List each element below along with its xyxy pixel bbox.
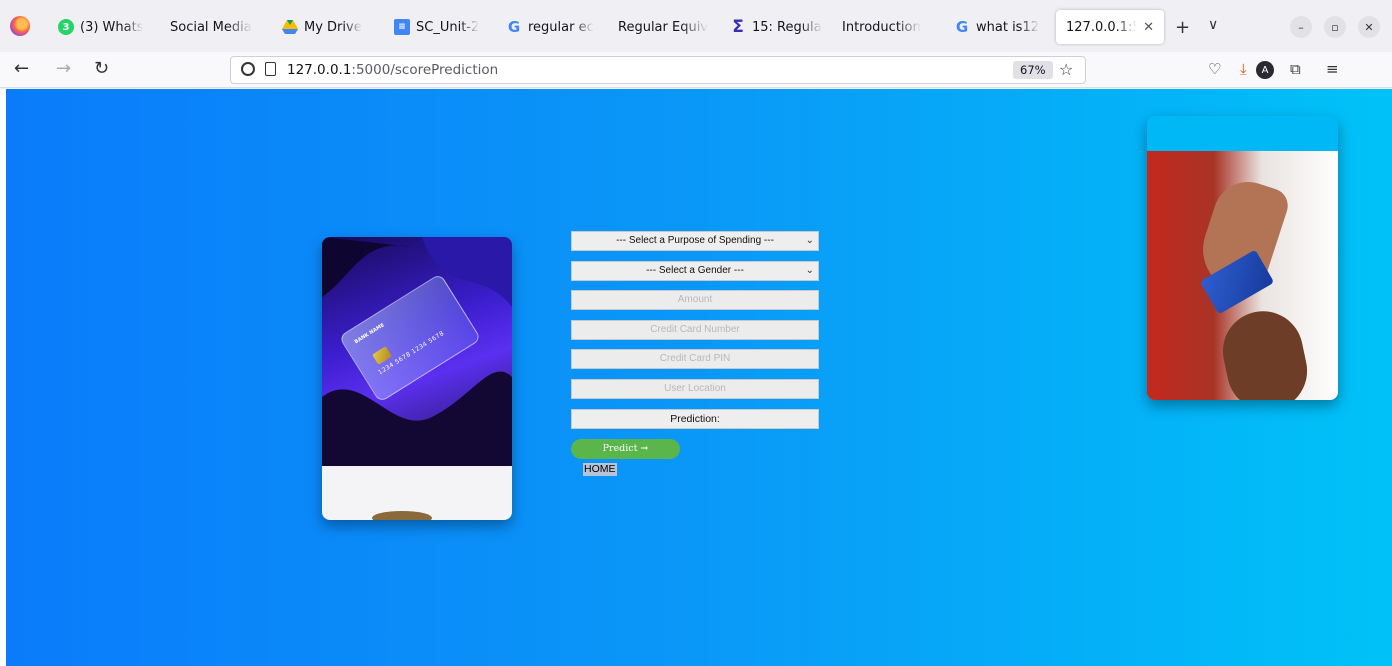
close-tab-icon[interactable]: ✕ (1143, 20, 1154, 35)
downloads-icon[interactable]: ⤓ (1240, 60, 1247, 78)
credit-card-image-card: BANK NAME 1234 5678 1234 5678 (322, 237, 512, 520)
sigma-icon: Σ (732, 17, 744, 37)
tab-label: 15: Regula (752, 19, 822, 35)
prediction-output: Prediction: (571, 409, 819, 429)
tab-social-media[interactable]: Social Media (160, 10, 272, 44)
tab-strip: 3 (3) Whats Social Media My Drive ≡ SC_U… (0, 0, 1392, 52)
url-host: 127.0.0.1 (287, 62, 352, 78)
url-path: :5000/scorePrediction (351, 62, 499, 78)
home-link[interactable]: HOME (583, 463, 617, 476)
card-payment-photo (1147, 151, 1338, 400)
google-docs-icon: ≡ (394, 19, 410, 35)
tab-label: Social Media (170, 19, 252, 35)
page-info-icon[interactable] (265, 62, 276, 76)
forward-icon[interactable]: → (56, 58, 71, 79)
tab-list: 3 (3) Whats Social Media My Drive ≡ SC_U… (48, 10, 1164, 44)
chevron-down-icon: ⌄ (805, 235, 814, 246)
photo-hand-bottom (1215, 303, 1315, 400)
card-number-input[interactable]: Credit Card Number (571, 320, 819, 340)
predict-button[interactable]: Predict ➞ (571, 439, 680, 459)
tab-what-is12[interactable]: G what is12 (944, 10, 1056, 44)
google-icon: G (955, 18, 969, 36)
bank-name-text: BANK NAME (353, 322, 386, 346)
tab-15-regula[interactable]: Σ 15: Regula (720, 10, 832, 44)
pocket-icon[interactable]: ♡ (1208, 60, 1221, 78)
tab-active-localhost[interactable]: 127.0.0.1:5 ✕ (1056, 10, 1164, 44)
gender-select-value: --- Select a Gender --- (646, 265, 744, 276)
url-text[interactable]: 127.0.0.1:5000/scorePrediction (287, 62, 498, 78)
chevron-down-icon: ⌄ (805, 265, 814, 276)
tab-sc-unit-2[interactable]: ≡ SC_Unit-2 (384, 10, 496, 44)
minimize-icon[interactable]: – (1290, 16, 1312, 38)
card-pin-input[interactable]: Credit Card PIN (571, 349, 819, 369)
purpose-select-value: --- Select a Purpose of Spending --- (616, 235, 774, 246)
tab-label: regular ec (528, 19, 594, 35)
close-window-icon[interactable]: ✕ (1358, 16, 1380, 38)
tab-label: Introduction (842, 19, 921, 35)
extensions-icon[interactable]: ⧉ (1290, 60, 1301, 78)
purpose-select[interactable]: --- Select a Purpose of Spending --- ⌄ (571, 231, 819, 251)
google-drive-icon (282, 19, 298, 35)
tab-label: My Drive (304, 19, 362, 35)
tab-label: (3) Whats (80, 19, 144, 35)
whatsapp-icon: 3 (58, 19, 74, 35)
tab-regular-equiv[interactable]: Regular Equiv (608, 10, 720, 44)
google-icon: G (507, 18, 521, 36)
amount-input[interactable]: Amount (571, 290, 819, 310)
new-tab-icon[interactable]: + (1175, 17, 1190, 38)
tab-label: SC_Unit-2 (416, 19, 480, 35)
card-payment-photo-card (1147, 116, 1338, 400)
zoom-indicator[interactable]: 67% (1013, 61, 1053, 79)
tab-label: Regular Equiv (618, 19, 709, 35)
firefox-icon[interactable] (10, 16, 30, 36)
url-bar[interactable]: 127.0.0.1:5000/scorePrediction 67% ☆ (230, 56, 1086, 84)
tab-regular-ec[interactable]: G regular ec (496, 10, 608, 44)
reload-icon[interactable]: ↻ (94, 58, 109, 79)
page-content: BANK NAME 1234 5678 1234 5678 --- Select… (6, 89, 1392, 666)
tab-introduction[interactable]: Introduction (832, 10, 944, 44)
tab-label: what is12 (976, 19, 1039, 35)
tab-whatsapp[interactable]: 3 (3) Whats (48, 10, 160, 44)
back-icon[interactable]: ← (14, 58, 29, 79)
account-icon[interactable]: A (1256, 61, 1274, 79)
card-image-bottom-object (372, 511, 432, 520)
tab-my-drive[interactable]: My Drive (272, 10, 384, 44)
gender-select[interactable]: --- Select a Gender --- ⌄ (571, 261, 819, 281)
location-input[interactable]: User Location (571, 379, 819, 399)
navigation-bar: ← → ↻ 127.0.0.1:5000/scorePrediction 67%… (0, 52, 1392, 88)
bookmark-star-icon[interactable]: ☆ (1059, 60, 1073, 79)
tab-list-dropdown-icon[interactable]: ∨ (1208, 17, 1218, 33)
tab-label: 127.0.0.1:5 (1066, 19, 1138, 35)
restore-icon[interactable]: ▫ (1324, 16, 1346, 38)
menu-icon[interactable]: ≡ (1326, 60, 1339, 78)
tracking-shield-icon[interactable] (241, 62, 255, 76)
